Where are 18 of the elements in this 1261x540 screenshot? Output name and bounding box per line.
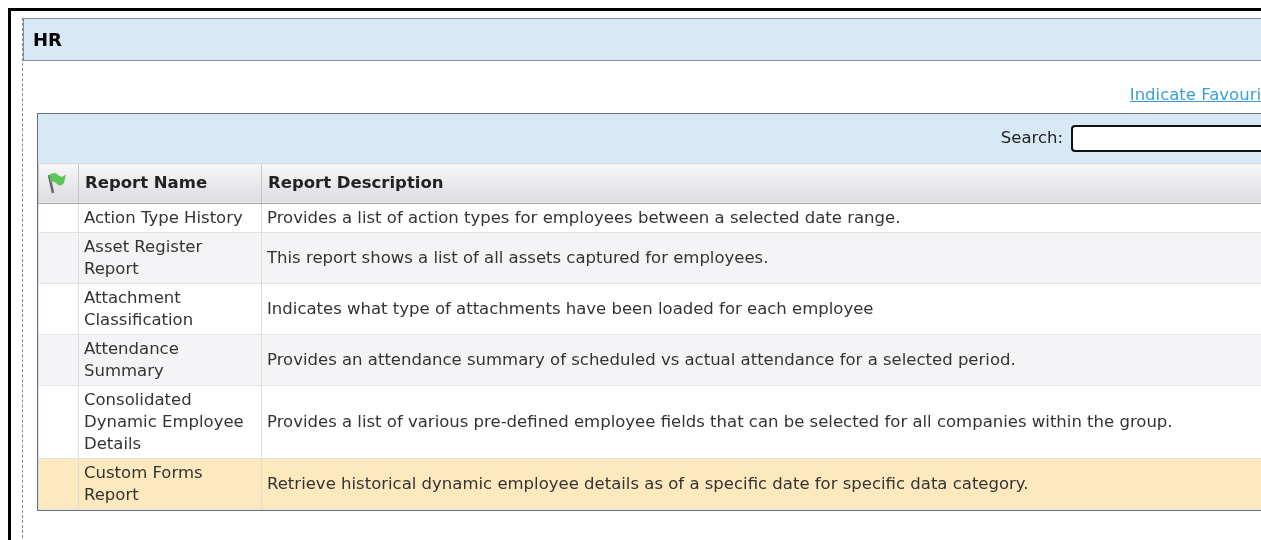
- report-name-cell[interactable]: Consolidated Dynamic Employee Details: [78, 385, 262, 459]
- report-description-cell: Provides an attendance summary of scheduled vs actual attendance for a selected period.: [261, 334, 1261, 386]
- report-name-cell[interactable]: Asset Register Report: [78, 232, 262, 284]
- report-name-cell[interactable]: Attachment Classification: [78, 283, 262, 335]
- report-name-cell[interactable]: Custom Forms Report: [78, 458, 262, 510]
- flag-icon: [45, 171, 67, 196]
- report-description-cell: Provides a list of action types for employees between a selected date range.: [261, 203, 1261, 233]
- report-description-cell: Retrieve historical dynamic employee details as of a specific date for specific data category.: [261, 458, 1261, 510]
- report-description-cell: This report shows a list of all assets captured for employees.: [261, 232, 1261, 284]
- column-header[interactable]: Report Name: [78, 163, 262, 204]
- report-name-cell[interactable]: Attendance Summary: [78, 334, 262, 386]
- search-label: Search:: [1000, 126, 1063, 149]
- report-description-cell: Provides a list of various pre-defined employee fields that can be selected for all companies within the group.: [261, 385, 1261, 459]
- search-field[interactable]: [1071, 124, 1261, 152]
- report-name-cell[interactable]: Action Type History: [78, 203, 262, 233]
- column-header[interactable]: Report Description: [261, 163, 1261, 204]
- report-description-cell: Indicates what type of attachments have been loaded for each employee: [261, 283, 1261, 335]
- panel-title: HR: [33, 28, 62, 52]
